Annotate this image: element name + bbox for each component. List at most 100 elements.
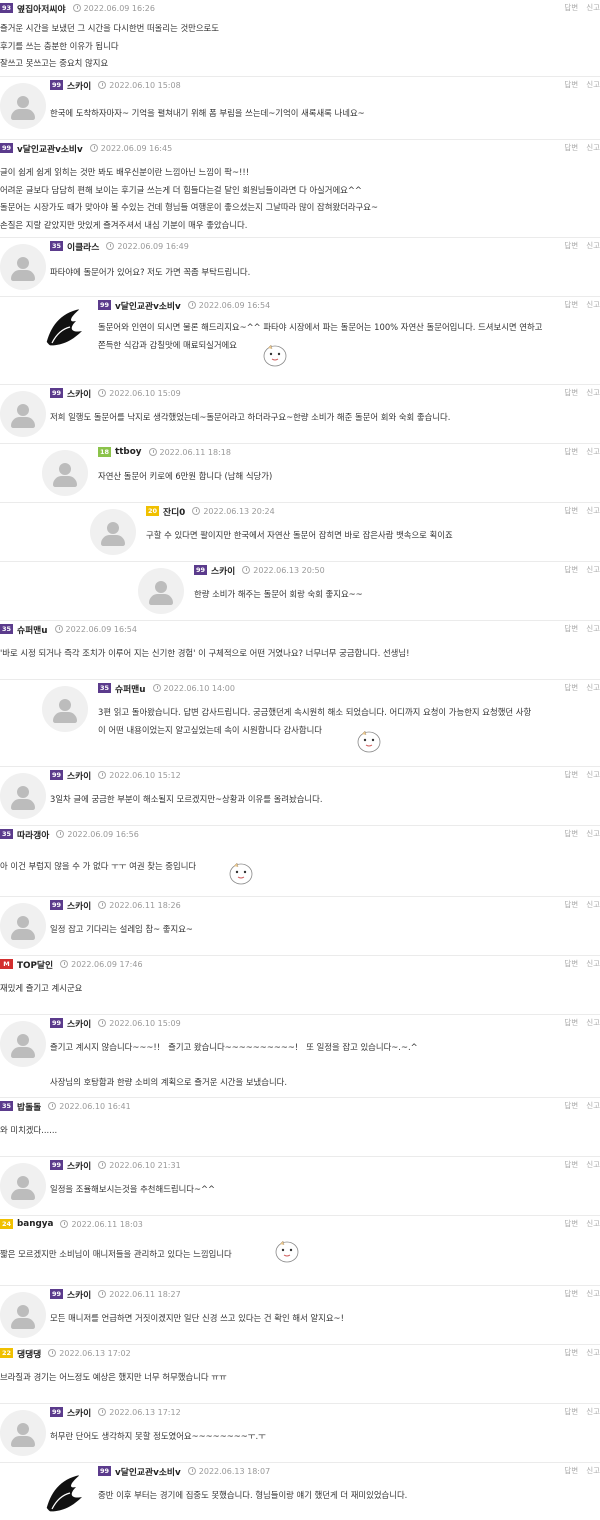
clock-icon [187,301,196,309]
report-link[interactable]: 신고 [586,1101,600,1110]
report-link[interactable]: 신고 [586,829,600,838]
author-name[interactable]: bangya [17,1219,53,1229]
author-name[interactable]: 스카이 [67,79,91,92]
reply-link[interactable]: 답변 [564,300,578,309]
comment-body: 돌문어와 인연이 되시면 물론 해드리지요~^^ 파타야 시장에서 파는 돌문어… [98,319,542,354]
clock-icon [192,507,201,515]
reply-link[interactable]: 답변 [564,1101,578,1110]
reply-link[interactable]: 답변 [564,1407,578,1416]
report-link[interactable]: 신고 [586,959,600,968]
reply-link[interactable]: 답변 [564,565,578,574]
reply-link[interactable]: 답변 [564,80,578,89]
reply-link[interactable]: 답변 [564,1289,578,1298]
report-link[interactable]: 신고 [586,506,600,515]
avatar[interactable] [0,391,46,437]
author-name[interactable]: 슈퍼맨u [115,682,146,695]
author-name[interactable]: 스카이 [211,564,235,577]
clock-icon [98,1019,107,1027]
reply-link[interactable]: 답변 [564,1348,578,1357]
reply-link[interactable]: 답변 [564,1466,578,1475]
reply-link[interactable]: 답변 [564,829,578,838]
report-link[interactable]: 신고 [586,1466,600,1475]
reply-link[interactable]: 답변 [564,447,578,456]
report-link[interactable]: 신고 [586,143,600,152]
report-link[interactable]: 신고 [586,3,600,12]
author-name[interactable]: 밥돌돌 [17,1100,41,1113]
reply-link[interactable]: 답변 [564,683,578,692]
report-link[interactable]: 신고 [586,1219,600,1228]
report-link[interactable]: 신고 [586,1407,600,1416]
report-link[interactable]: 신고 [586,80,600,89]
avatar-body-icon [53,712,77,723]
report-link[interactable]: 신고 [586,1348,600,1357]
avatar[interactable] [0,1021,46,1067]
report-link[interactable]: 신고 [586,683,600,692]
avatar[interactable] [42,450,88,496]
avatar[interactable] [0,83,46,129]
avatar[interactable] [90,509,136,555]
author-name[interactable]: v달인교관v소비v [17,142,83,155]
report-link[interactable]: 신고 [586,1018,600,1027]
report-link[interactable]: 신고 [586,388,600,397]
avatar[interactable] [0,1410,46,1456]
report-link[interactable]: 신고 [586,1160,600,1169]
report-link[interactable]: 신고 [586,300,600,309]
report-link[interactable]: 신고 [586,447,600,456]
report-link[interactable]: 신고 [586,900,600,909]
author-name[interactable]: 스카이 [67,899,91,912]
reply-link[interactable]: 답변 [564,143,578,152]
clock-icon [56,830,65,838]
avatar[interactable] [42,1471,88,1517]
avatar[interactable] [0,903,46,949]
reply-link[interactable]: 답변 [564,506,578,515]
reply-link[interactable]: 답변 [564,770,578,779]
reply-link[interactable]: 답변 [564,624,578,633]
reply-link[interactable]: 답변 [564,1219,578,1228]
reply-link[interactable]: 답변 [564,1018,578,1027]
reply-link[interactable]: 답변 [564,959,578,968]
author-name[interactable]: 잔디0 [163,505,185,518]
author-name[interactable]: 이클라스 [67,240,99,253]
reply-link[interactable]: 답변 [564,241,578,250]
author-name[interactable]: TOP달인 [17,958,53,971]
comment-body: 모든 매니저를 언급하면 거짓이겠지만 일단 신경 쓰고 있다는 건 확인 해서… [50,1310,344,1328]
reply-link[interactable]: 답변 [564,3,578,12]
author-name[interactable]: ttboy [115,447,142,457]
report-link[interactable]: 신고 [586,770,600,779]
reply-link[interactable]: 답변 [564,900,578,909]
reply-link[interactable]: 답변 [564,388,578,397]
author-name[interactable]: 스카이 [67,1288,91,1301]
author-name[interactable]: 따라갱아 [17,828,49,841]
report-link[interactable]: 신고 [586,565,600,574]
comment-line: 즐기고 계시지 않습니다~~~!! 즐기고 왔습니다~~~~~~~~~~! 또 … [50,1042,418,1052]
avatar[interactable] [42,305,88,351]
author-name[interactable]: 스카이 [67,1159,91,1172]
report-link[interactable]: 신고 [586,241,600,250]
avatar[interactable] [0,773,46,819]
avatar[interactable] [138,568,184,614]
avatar[interactable] [0,244,46,290]
comment-header: 24 bangya 2022.06.11 18:03 [0,1218,143,1230]
author-name[interactable]: 스카이 [67,1406,91,1419]
author-name[interactable]: 스카이 [67,769,91,782]
author-name[interactable]: 스카이 [67,387,91,400]
author-name[interactable]: v달인교관v소비v [115,1465,181,1478]
avatar[interactable] [0,1163,46,1209]
report-link[interactable]: 신고 [586,1289,600,1298]
comment-actions: 답변 신고 [556,1017,600,1028]
author-name[interactable]: 스카이 [67,1017,91,1030]
avatar[interactable] [42,686,88,732]
author-name[interactable]: v달인교관v소비v [115,299,181,312]
level-badge: 99 [0,143,13,153]
avatar[interactable] [0,1292,46,1338]
author-name[interactable]: 댕댕댕 [17,1347,41,1360]
level-badge: 35 [0,829,13,839]
level-badge: 99 [50,388,63,398]
report-link[interactable]: 신고 [586,624,600,633]
comment-line: 와 미치겠다...... [0,1125,58,1135]
author-name[interactable]: 슈퍼맨u [17,623,48,636]
level-badge: 35 [0,1101,13,1111]
author-name[interactable]: 옆집아저씨야 [17,2,66,15]
comment-header: 99 스카이 2022.06.11 18:27 [50,1288,181,1301]
reply-link[interactable]: 답변 [564,1160,578,1169]
